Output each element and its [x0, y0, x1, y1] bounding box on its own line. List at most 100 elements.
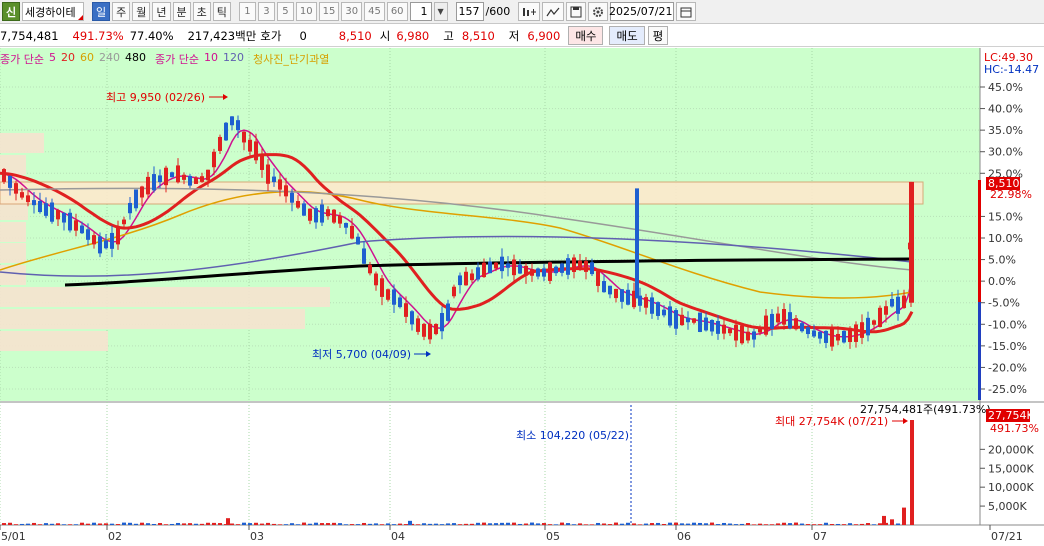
- interval-30-button[interactable]: 30: [341, 2, 363, 21]
- candle-body: [92, 235, 96, 245]
- volume-bar: [408, 520, 412, 525]
- candle-body: [848, 327, 852, 343]
- candle-body: [404, 303, 408, 317]
- period-month-button[interactable]: 월: [132, 2, 151, 21]
- candle-body: [32, 200, 36, 206]
- buy-button[interactable]: 매수: [568, 26, 604, 45]
- period-tick-button[interactable]: 틱: [212, 2, 231, 21]
- volume-bar: [386, 523, 390, 525]
- volume-bar: [272, 523, 276, 525]
- calendar-icon[interactable]: [676, 2, 697, 21]
- price-chart[interactable]: 최고 9,950 (02/26) 최저 5,700 (04/09) 최소 104…: [0, 48, 1044, 546]
- candle-body: [902, 295, 906, 309]
- open-value: 6,980: [396, 28, 430, 43]
- vol-max-annotation: 최대 27,754K (07/21): [775, 415, 888, 428]
- volume-bar: [374, 523, 378, 525]
- volume-bar: [548, 524, 552, 525]
- interval-5-button[interactable]: 5: [276, 2, 294, 21]
- volume-bar: [152, 523, 156, 525]
- candle-body: [644, 297, 648, 308]
- volume-bar: [536, 523, 540, 525]
- drawing-tool-icon[interactable]: [542, 2, 565, 21]
- volume-bar: [806, 524, 810, 525]
- candle-body: [782, 309, 786, 325]
- axis-tick-label: -10.0%: [988, 318, 1027, 331]
- volume-bar: [176, 522, 180, 525]
- candle-body: [470, 273, 474, 281]
- interval-1-button[interactable]: 1: [238, 2, 256, 21]
- volume-bar: [14, 524, 18, 525]
- volume-bar: [716, 524, 720, 525]
- candle-body: [230, 116, 234, 126]
- candle-body: [50, 202, 54, 222]
- candle-body: [746, 331, 750, 341]
- candle-body: [140, 186, 144, 198]
- candle-body: [722, 324, 726, 334]
- volume-bar: [656, 522, 660, 525]
- ma-label[interactable]: 종가 단순: [0, 51, 44, 66]
- stock-market-badge[interactable]: 신: [2, 2, 20, 21]
- candle-body: [710, 319, 714, 332]
- period-year-button[interactable]: 년: [152, 2, 171, 21]
- vol-axis-label: 20,000K: [988, 443, 1034, 456]
- interval-60-button[interactable]: 60: [386, 2, 408, 21]
- volume-bar: [740, 523, 744, 525]
- volume-bar: [560, 522, 564, 525]
- period-minute-button[interactable]: 분: [172, 2, 191, 21]
- candle-body: [8, 175, 12, 188]
- candle-body: [332, 209, 336, 223]
- candle-body: [20, 192, 24, 198]
- ma2-label[interactable]: 종가 단순: [155, 51, 199, 66]
- volume-bar: [344, 524, 348, 525]
- volume-bar: [170, 523, 174, 525]
- candle-body: [842, 330, 846, 343]
- interval-3-button[interactable]: 3: [257, 2, 275, 21]
- volume-bar: [452, 523, 456, 525]
- date-input[interactable]: 2025/07/21: [609, 2, 675, 21]
- interval-15-button[interactable]: 15: [318, 2, 340, 21]
- count-input[interactable]: 157: [455, 2, 484, 21]
- chevron-down-icon[interactable]: ▼: [433, 2, 448, 21]
- volume-bar: [638, 524, 642, 525]
- indicator-label[interactable]: 청사진_단기과열: [253, 51, 329, 66]
- candle-body: [800, 323, 804, 332]
- candle-body: [308, 208, 312, 221]
- volume-bar: [8, 522, 12, 525]
- volume-bar: [680, 523, 684, 525]
- volume-bar: [866, 523, 870, 525]
- x-axis-label: 07/21: [991, 530, 1023, 543]
- candle-body: [266, 164, 270, 184]
- settings-icon[interactable]: [588, 2, 609, 21]
- period-week-button[interactable]: 주: [112, 2, 131, 21]
- volume-bar: [200, 523, 204, 525]
- candle-body: [158, 175, 162, 183]
- price-range-red-bar: [978, 180, 981, 302]
- period-second-button[interactable]: 초: [192, 2, 211, 21]
- volume-bar: [728, 523, 732, 525]
- crosshair-tool-icon[interactable]: [518, 2, 541, 21]
- volume-bar: [830, 524, 834, 525]
- candle-body: [284, 185, 288, 197]
- axis-tick-label: -20.0%: [988, 361, 1027, 374]
- volume-bar: [644, 523, 648, 525]
- stock-name-input[interactable]: 세경하이테: [22, 2, 84, 21]
- period-day-button[interactable]: 일: [92, 2, 111, 21]
- volume-bar: [44, 523, 48, 525]
- volume-bar: [146, 523, 150, 525]
- interval-10-button[interactable]: 10: [295, 2, 317, 21]
- volume-bar: [320, 523, 324, 525]
- candle-body: [758, 328, 762, 333]
- average-button[interactable]: 평: [647, 26, 669, 45]
- candle-body: [830, 327, 834, 347]
- axis-tick-label: 40.0%: [988, 103, 1023, 116]
- volume-bar: [326, 523, 330, 525]
- sell-button[interactable]: 매도: [609, 26, 645, 45]
- interval-input[interactable]: 1: [409, 2, 432, 21]
- interval-45-button[interactable]: 45: [364, 2, 385, 21]
- volume-bar: [788, 523, 792, 525]
- candle-body: [704, 317, 708, 331]
- volume-bar: [356, 524, 360, 525]
- save-icon[interactable]: [566, 2, 587, 21]
- candle-body: [518, 264, 522, 274]
- turnover-rate: 77.40%: [129, 28, 174, 43]
